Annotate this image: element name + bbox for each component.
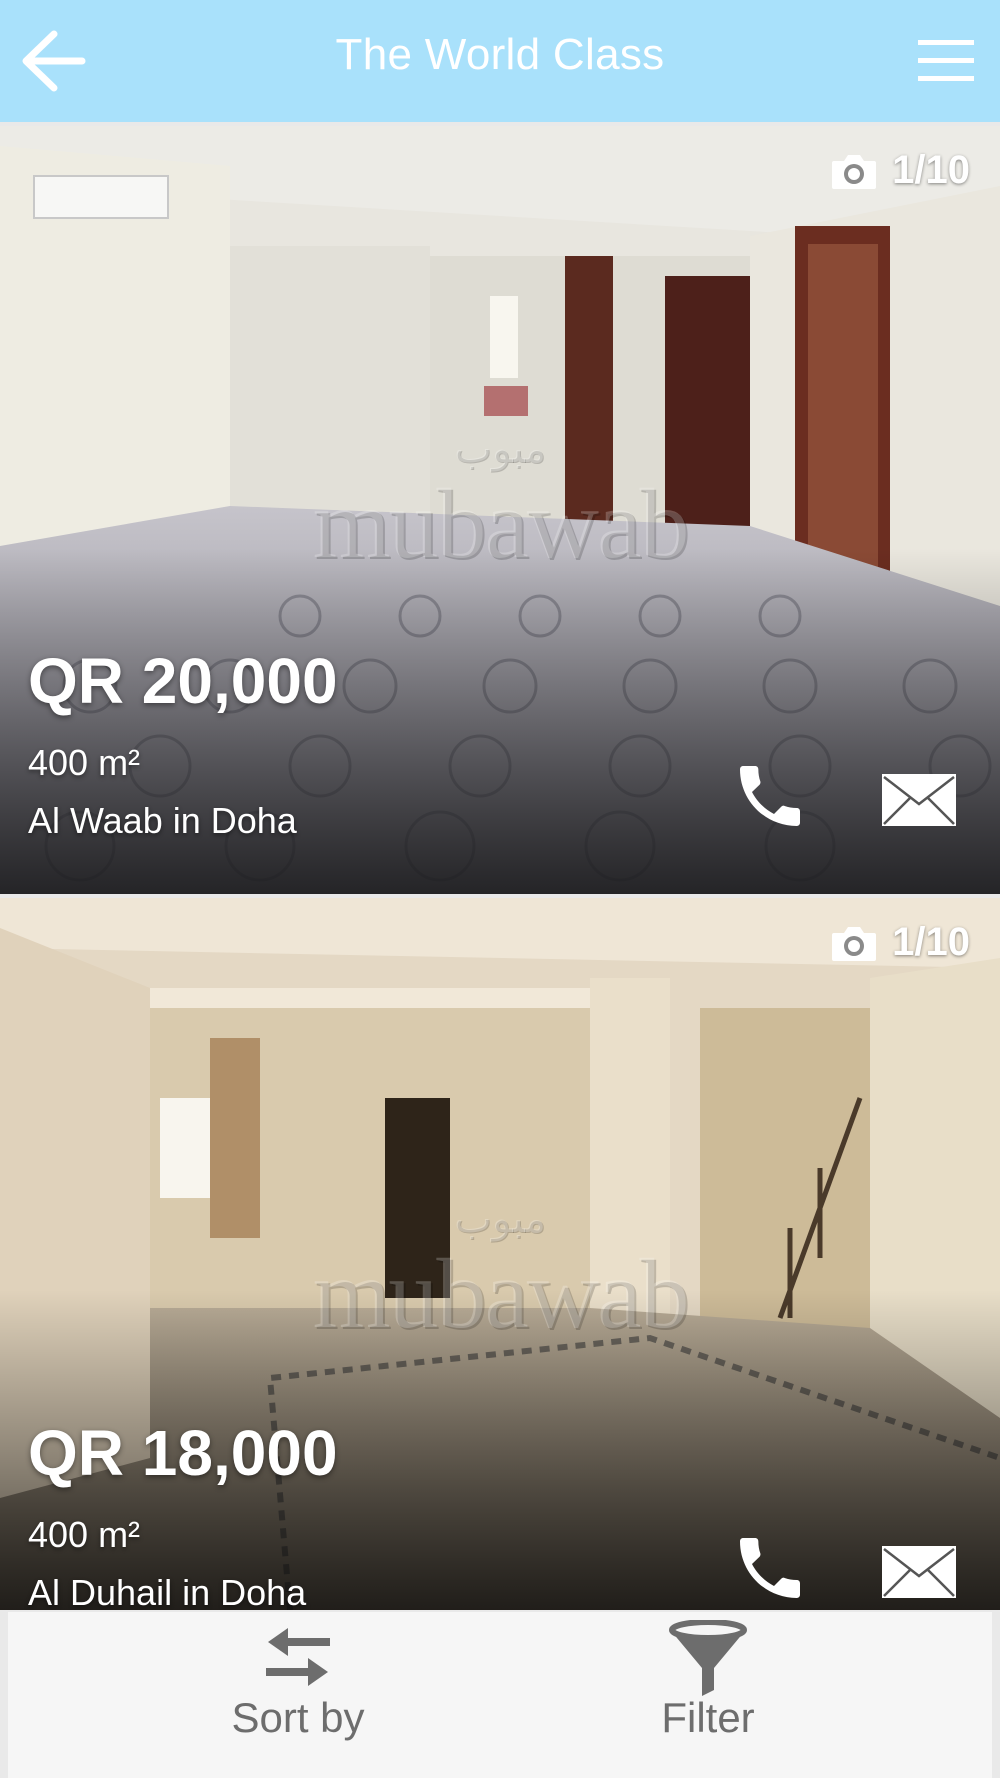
listing-area: 400 m² (28, 1514, 141, 1555)
phone-icon (740, 766, 800, 826)
app-header: The World Class (0, 0, 1000, 122)
filter-label: Filter (661, 1694, 755, 1741)
watermark: mubawab (312, 468, 690, 579)
call-button[interactable] (730, 756, 810, 836)
email-button[interactable] (880, 1544, 958, 1600)
envelope-icon (882, 774, 956, 826)
call-button[interactable] (730, 1528, 810, 1608)
email-button[interactable] (880, 772, 958, 828)
listing-card[interactable]: مبوب mubawab 1/10 QR 20,000 400 m² Al Wa… (0, 126, 1000, 894)
photo-counter-text: 1/10 (892, 920, 970, 964)
hamburger-menu-icon (918, 40, 974, 81)
listing-location: Al Waab in Doha (28, 800, 297, 841)
listing-price: QR 20,000 (28, 645, 338, 717)
bottom-action-bar: Sort by Filter (8, 1612, 992, 1778)
sort-button[interactable]: Sort by (198, 1612, 398, 1778)
photo-counter: 1/10 (830, 920, 970, 965)
swap-arrows-icon (266, 1628, 330, 1686)
camera-icon (832, 154, 877, 189)
listing-price: QR 18,000 (28, 1417, 338, 1489)
page-title: The World Class (335, 30, 665, 79)
listing-area: 400 m² (28, 742, 141, 783)
listing-location: Al Duhail in Doha (28, 1572, 307, 1610)
filter-button[interactable]: Filter (608, 1612, 808, 1778)
camera-icon (832, 926, 877, 961)
sort-label: Sort by (231, 1694, 365, 1741)
photo-counter: 1/10 (830, 148, 970, 193)
envelope-icon (882, 1546, 956, 1598)
menu-button[interactable] (916, 36, 976, 86)
watermark: mubawab (312, 1238, 690, 1349)
funnel-icon (669, 1620, 747, 1696)
listing-card[interactable]: مبوب mubawab 1/10 QR 18,000 400 m² Al Du… (0, 898, 1000, 1610)
phone-icon (740, 1538, 800, 1598)
photo-counter-text: 1/10 (892, 148, 970, 192)
